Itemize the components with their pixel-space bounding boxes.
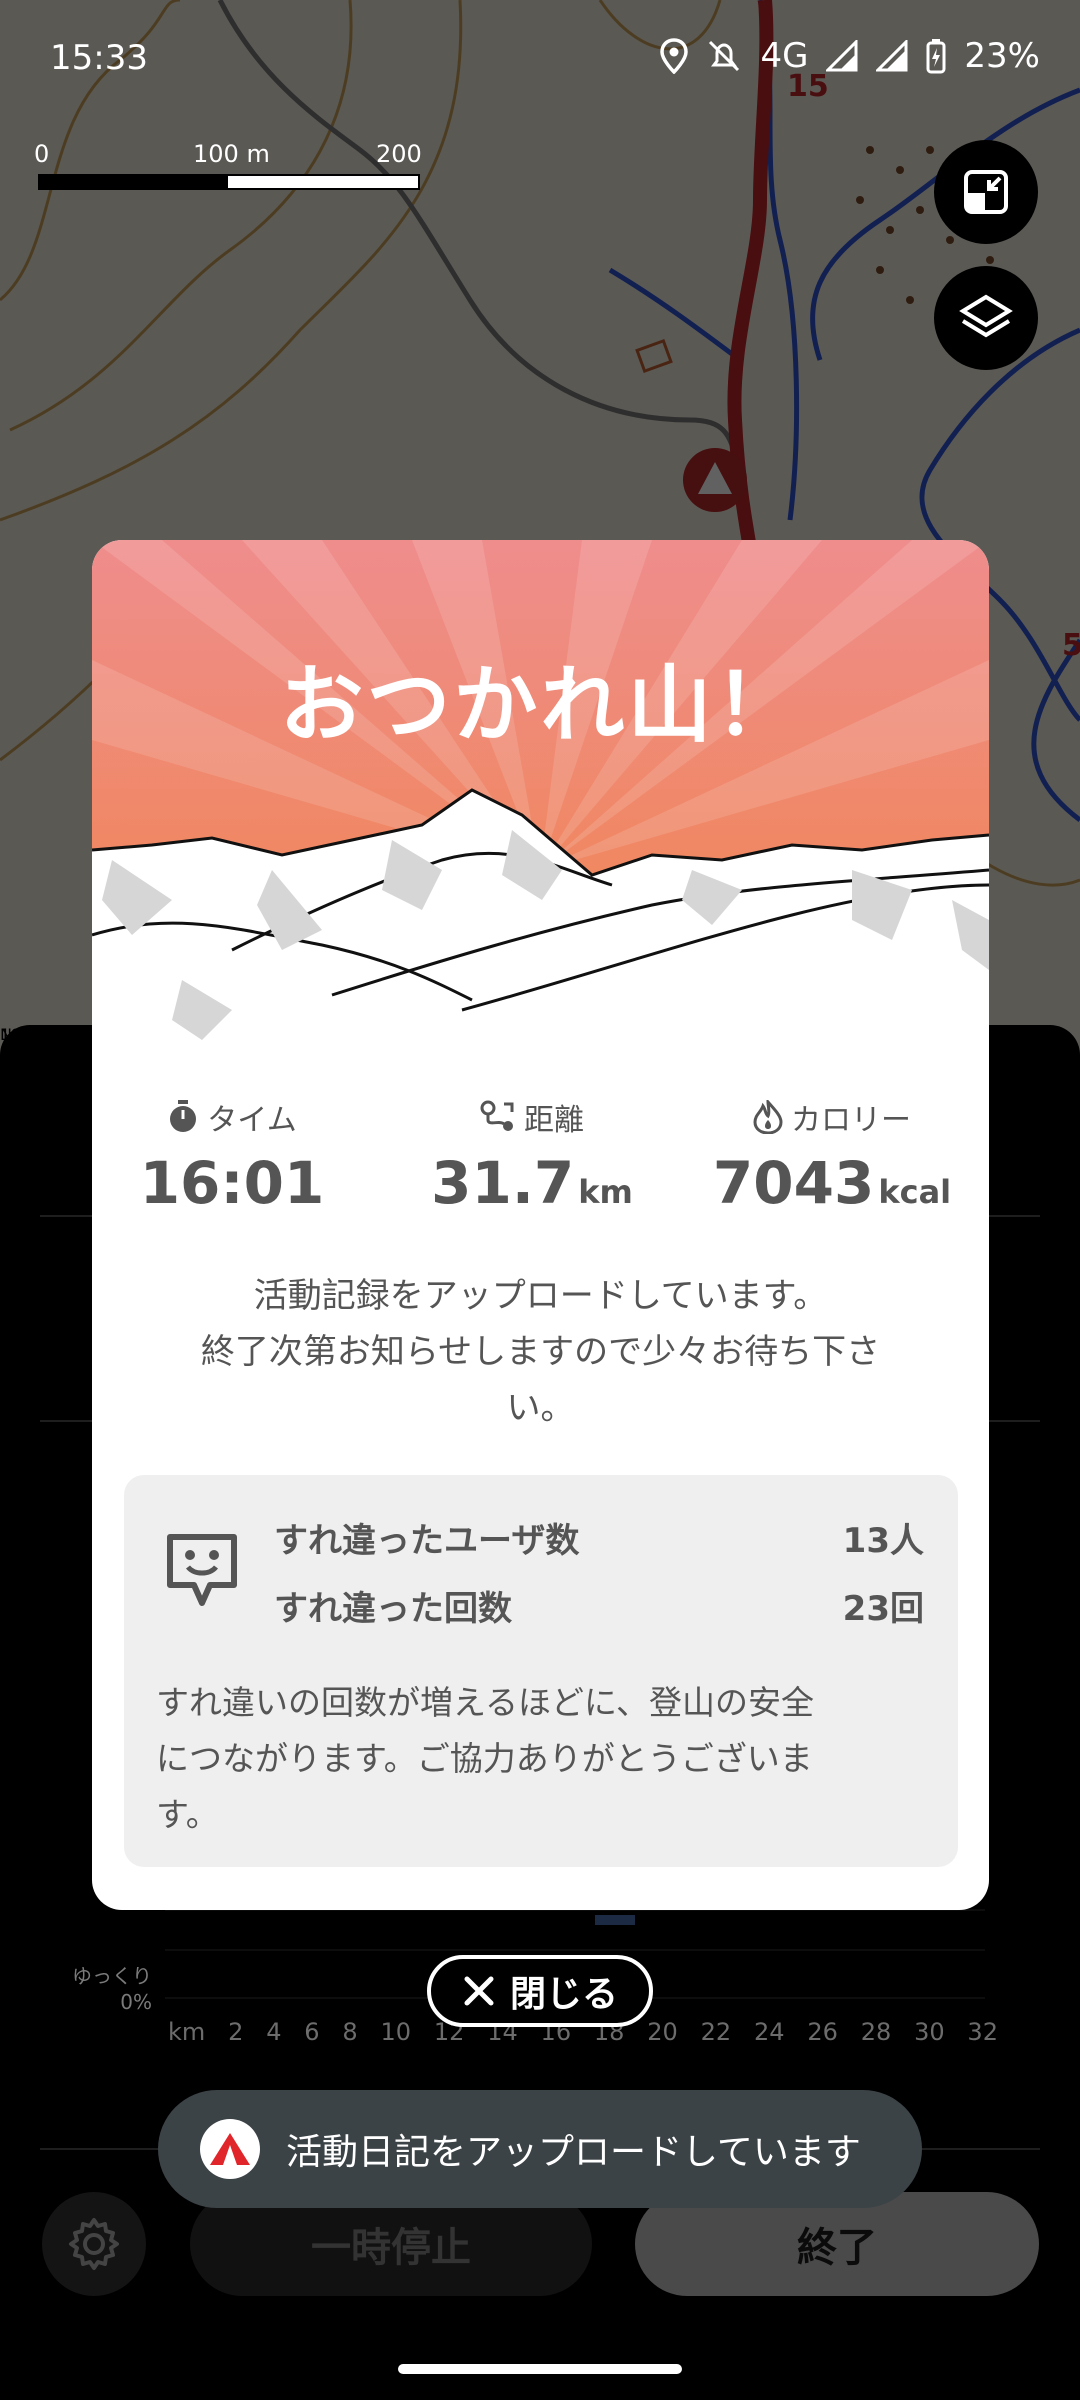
panel-heading-partial: N [0,1025,12,1044]
upload-toast: 活動日記をアップロードしています [158,2090,922,2208]
timer-icon [170,1100,197,1132]
fullscreen-exit-icon [964,170,1008,214]
close-icon [464,1976,494,2006]
layers-icon [959,294,1013,338]
chart-y-label-bottom: 0% [120,1990,152,2014]
gear-icon [69,2218,119,2270]
encounter-info: すれ違ったユーザ数 13人 すれ違った回数 23回 すれ違いの回数が増えるほどに… [124,1475,958,1867]
map-scale: 0 100 m 200 m [34,140,422,196]
x-tick: 10 [380,2018,412,2046]
stat-time-label: タイム [207,1103,297,1138]
x-tick: 2 [228,2018,244,2046]
stat-calories-value: 7043 [712,1149,875,1217]
close-button-label: 閉じる [509,1974,618,2015]
encounter-count-row: すれ違った回数 23回 [274,1581,924,1630]
encounter-count-label: すれ違った回数 [274,1589,512,1629]
signal-icon [826,40,858,72]
stat-distance-unit: km [578,1173,633,1211]
x-tick: 20 [647,2018,678,2046]
completion-dialog: おつかれ山！ タイム 16:01 距離 31.7 km カロリー 7043 kc… [92,540,989,1910]
x-axis-unit: km [168,2018,206,2046]
flame-icon [753,1100,783,1134]
encounter-note-line: につながります。ご協力ありがとうございま [156,1739,813,1778]
battery-icon [926,39,946,74]
fullscreen-exit-button[interactable] [934,140,1038,244]
route-icon [480,1100,514,1131]
stat-calories: カロリー 7043 kcal [702,1095,962,1217]
stat-calories-label: カロリー [791,1103,911,1138]
upload-message-line: 終了次第お知らせしますので少々お待ち下さ [200,1332,881,1372]
chat-face-icon [167,1534,237,1606]
stat-distance-label: 距離 [524,1103,584,1138]
stat-time-value: 16:01 [139,1149,325,1217]
upload-message: 活動記録をアップロードしています。 終了次第お知らせしますので少々お待ち下さ い… [162,1268,919,1436]
x-tick: 8 [342,2018,358,2046]
scale-mid: 100 m [193,140,270,168]
stat-distance-value: 31.7 [431,1149,575,1217]
hero-illustration: おつかれ山！ [92,540,989,1055]
x-tick: 24 [753,2018,785,2046]
encounter-users-value: 13人 [842,1521,924,1561]
notifications-off-icon [709,40,740,72]
status-bar: 15:33 4G 23% [0,0,1080,120]
signal-icon-2 [876,40,908,72]
chart-y-label-top: ゆっくり [72,1964,152,1988]
encounter-count-value: 23回 [842,1589,924,1629]
app-logo-icon [200,2119,260,2179]
x-tick: 6 [304,2018,320,2046]
x-tick: 26 [807,2018,838,2046]
x-tick: 30 [914,2018,945,2046]
x-tick: 22 [700,2018,732,2046]
scale-zero: 0 [34,140,50,168]
battery-level: 23% [964,36,1040,76]
toast-message: 活動日記をアップロードしています [286,2132,861,2173]
encounter-note-line: す。 [156,1795,219,1834]
encounter-note-line: すれ違いの回数が増えるほどに、登山の安全 [156,1683,815,1722]
encounter-users-row: すれ違ったユーザ数 13人 [274,1513,924,1562]
x-tick: 4 [266,2018,282,2046]
close-button[interactable]: 閉じる [427,1955,653,2027]
settings-button[interactable] [42,2192,146,2296]
network-type: 4G [760,36,809,76]
status-time: 15:33 [50,38,148,78]
stat-time: タイム 16:01 [102,1095,362,1217]
dialog-title: おつかれ山！ [279,656,802,754]
layers-button[interactable] [934,266,1038,370]
gesture-nav-handle[interactable] [398,2364,682,2374]
x-tick: 32 [967,2018,998,2046]
stat-distance: 距離 31.7 km [402,1095,662,1217]
location-icon [660,38,689,74]
upload-message-line: 活動記録をアップロードしています。 [253,1276,828,1316]
stat-calories-unit: kcal [878,1173,952,1211]
encounter-note: すれ違いの回数が増えるほどに、登山の安全 につながります。ご協力ありがとうござい… [156,1675,926,1843]
x-tick: 28 [860,2018,892,2046]
encounter-users-label: すれ違ったユーザ数 [274,1521,580,1561]
activity-stats: タイム 16:01 距離 31.7 km カロリー 7043 kcal [92,1095,989,1217]
upload-message-line: い。 [506,1388,575,1428]
